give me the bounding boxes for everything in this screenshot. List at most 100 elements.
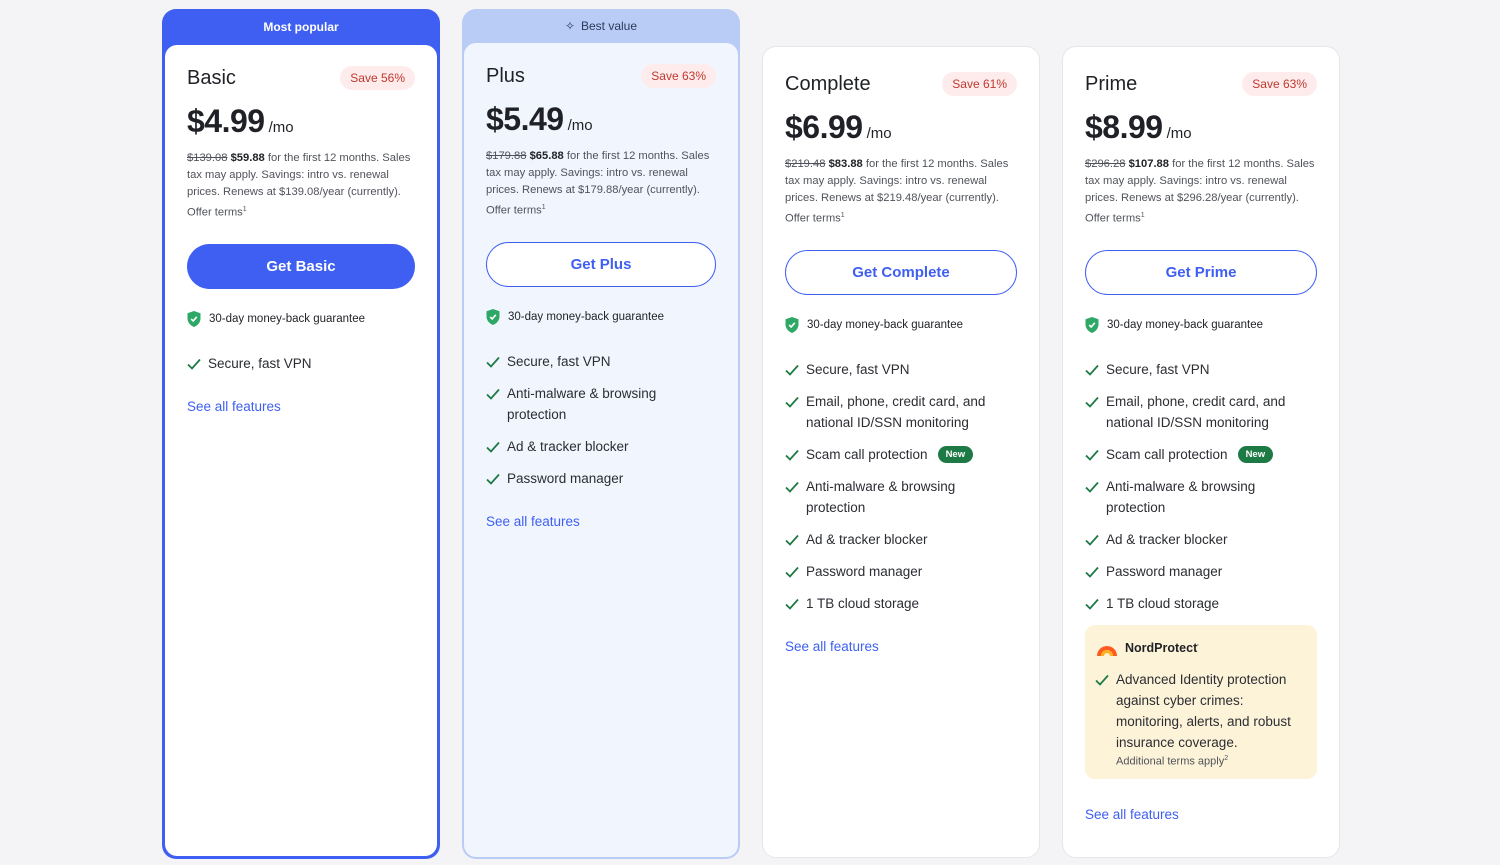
nordprotect-header: NordProtect ' <box>1095 639 1305 657</box>
check-icon <box>1085 534 1099 546</box>
best-value-ribbon: ✧ Best value <box>462 9 740 43</box>
save-badge: Save 56% <box>340 66 415 90</box>
check-icon <box>486 473 500 485</box>
shield-icon <box>187 310 201 327</box>
plan-card-prime: Prime Save 63% $8.99 /mo $296.28 $107.88… <box>1062 46 1340 858</box>
feature-label: Email, phone, credit card, and national … <box>806 393 986 430</box>
check-icon <box>1085 396 1099 408</box>
feature-label: Secure, fast VPN <box>806 361 910 377</box>
intro-price: $107.88 <box>1128 158 1170 170</box>
get-prime-button[interactable]: Get Prime <box>1085 249 1317 295</box>
get-basic-button[interactable]: Get Basic <box>187 243 415 289</box>
get-complete-button[interactable]: Get Complete <box>785 249 1017 295</box>
feature-item: Secure, fast VPN <box>187 353 415 374</box>
shield-icon <box>785 316 799 333</box>
price-terms: $296.28 $107.88 for the first 12 months.… <box>1085 156 1317 228</box>
feature-item: Anti-malware & browsing protection <box>486 383 716 425</box>
feature-label: 1 TB cloud storage <box>1106 595 1220 611</box>
feature-item: 1 TB cloud storage <box>785 593 1017 614</box>
check-icon <box>1085 566 1099 578</box>
feature-text: Scam call protection <box>806 446 928 462</box>
money-back-guarantee: 30-day money-back guarantee <box>1085 316 1317 333</box>
feature-label: 1 TB cloud storage <box>806 595 920 611</box>
nordprotect-feature-label: Advanced Identity protection against cyb… <box>1116 671 1291 750</box>
feature-item: Scam call protection New <box>1085 444 1317 465</box>
money-back-guarantee: 30-day money-back guarantee <box>187 310 415 327</box>
save-badge: Save 61% <box>942 72 1017 96</box>
footnote-marker: 1 <box>1140 212 1145 219</box>
additional-terms-label: Additional terms apply <box>1116 755 1225 768</box>
price-period: /mo <box>268 119 294 136</box>
feature-item: Scam call protection New <box>785 444 1017 465</box>
plan-name: Plus <box>486 64 525 87</box>
feature-list: Secure, fast VPN Email, phone, credit ca… <box>785 359 1017 614</box>
feature-text: Scam call protection <box>1106 446 1228 462</box>
feature-item: Ad & tracker blocker <box>486 436 716 457</box>
feature-item: Password manager <box>785 561 1017 582</box>
money-back-guarantee: 30-day money-back guarantee <box>785 316 1017 333</box>
price-terms: $139.08 $59.88 for the first 12 months. … <box>187 150 415 222</box>
feature-label: Secure, fast VPN <box>208 355 312 371</box>
additional-terms: Additional terms apply2 <box>1116 755 1305 768</box>
price-period: /mo <box>1166 125 1192 142</box>
new-badge: New <box>937 445 974 463</box>
check-icon <box>486 441 500 453</box>
intro-price: $59.88 <box>230 152 265 164</box>
check-icon <box>486 388 500 400</box>
feature-item: Secure, fast VPN <box>1085 359 1317 380</box>
feature-item: Secure, fast VPN <box>785 359 1017 380</box>
see-all-features-link[interactable]: See all features <box>486 514 580 529</box>
see-all-features-link[interactable]: See all features <box>187 399 281 414</box>
old-price: $139.08 <box>187 152 228 164</box>
shield-icon <box>1085 316 1099 333</box>
footnote-marker: 2 <box>1224 754 1229 762</box>
plan-card-inner: Plus Save 63% $5.49 /mo $179.88 $65.88 f… <box>464 43 738 857</box>
check-icon <box>1085 364 1099 376</box>
nordprotect-name: NordProtect <box>1125 640 1198 655</box>
check-icon <box>486 356 500 368</box>
save-badge: Save 63% <box>641 64 716 88</box>
feature-label: Scam call protection New <box>806 444 974 465</box>
feature-label: Secure, fast VPN <box>1106 361 1210 377</box>
intro-price: $65.88 <box>529 150 564 162</box>
feature-label: Ad & tracker blocker <box>507 438 629 454</box>
check-icon <box>1095 674 1109 686</box>
check-icon <box>1085 449 1099 461</box>
get-plus-button[interactable]: Get Plus <box>486 241 716 287</box>
check-icon <box>187 358 201 370</box>
check-icon <box>785 364 799 376</box>
footnote-marker: 1 <box>541 204 546 211</box>
nordprotect-box: NordProtect ' Advanced Identity protectio… <box>1085 624 1317 780</box>
feature-label: Scam call protection New <box>1106 444 1274 465</box>
plan-name: Complete <box>785 72 871 95</box>
check-icon <box>785 566 799 578</box>
plan-price: $6.99 <box>785 109 863 145</box>
shield-icon <box>486 308 500 325</box>
guarantee-label: 30-day money-back guarantee <box>209 312 365 325</box>
feature-label: Ad & tracker blocker <box>806 531 928 547</box>
price-terms: $219.48 $83.88 for the first 12 months. … <box>785 156 1017 228</box>
check-icon <box>1085 481 1099 493</box>
see-all-features-link[interactable]: See all features <box>1085 807 1179 822</box>
check-icon <box>785 598 799 610</box>
feature-label: Anti-malware & browsing protection <box>1106 478 1256 515</box>
check-icon <box>785 396 799 408</box>
feature-item: Ad & tracker blocker <box>1085 529 1317 550</box>
feature-item: Secure, fast VPN <box>486 351 716 372</box>
footnote-marker: 1 <box>242 206 247 213</box>
feature-label: Secure, fast VPN <box>507 353 611 369</box>
most-popular-ribbon: Most popular <box>162 9 440 45</box>
feature-label: Password manager <box>1106 563 1223 579</box>
new-badge: New <box>1237 445 1274 463</box>
feature-label: Ad & tracker blocker <box>1106 531 1228 547</box>
plan-card-basic: Most popular Basic Save 56% $4.99 /mo $1… <box>162 9 440 859</box>
guarantee-label: 30-day money-back guarantee <box>1107 318 1263 331</box>
feature-label: Password manager <box>507 470 624 486</box>
plan-name: Prime <box>1085 72 1138 95</box>
see-all-features-link[interactable]: See all features <box>785 639 879 654</box>
feature-label: Password manager <box>806 563 923 579</box>
feature-list: Secure, fast VPN <box>187 353 415 374</box>
footnote-marker: 1 <box>840 212 845 219</box>
intro-price: $83.88 <box>828 158 863 170</box>
plan-name: Basic <box>187 66 236 89</box>
